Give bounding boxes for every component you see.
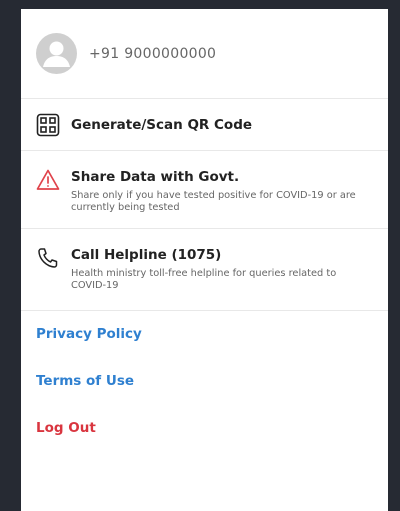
avatar-icon [36,33,77,74]
menu-item-qr-code[interactable]: Generate/Scan QR Code [21,99,388,151]
phone-number: +91 9000000000 [89,45,217,62]
log-out-button[interactable]: Log Out [21,405,388,452]
menu-item-description: Health ministry toll-free helpline for q… [71,268,337,291]
menu-item-call-helpline[interactable]: Call Helpline (1075) Health ministry tol… [21,229,388,311]
menu-item-label: Share Data with Govt. [71,169,240,185]
privacy-policy-link[interactable]: Privacy Policy [21,311,388,358]
phone-icon [36,246,60,270]
side-menu-panel: +91 9000000000 Generate/Scan QR Code Sha… [21,9,388,511]
menu-item-share-data[interactable]: Share Data with Govt. Share only if you … [21,151,388,229]
qr-code-icon [36,113,60,137]
menu-item-description: Share only if you have tested positive f… [71,190,356,213]
warning-icon [36,168,60,192]
terms-of-use-link[interactable]: Terms of Use [21,358,388,405]
menu-item-label: Generate/Scan QR Code [71,116,253,133]
menu-item-label: Call Helpline (1075) [71,247,222,263]
profile-header: +91 9000000000 [21,9,388,99]
